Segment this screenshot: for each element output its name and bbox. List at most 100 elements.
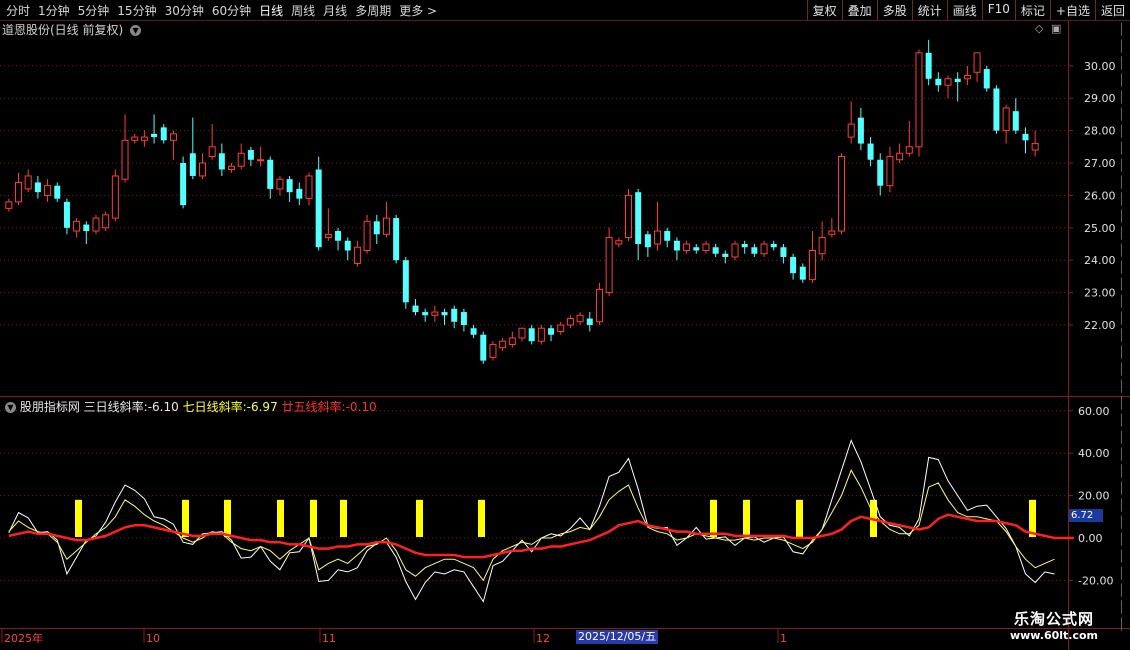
candle-body — [73, 220, 81, 232]
indicator-tick-label: -20.00 — [1078, 574, 1113, 587]
candle-body — [518, 327, 526, 339]
indicator-tick-label: 20.00 — [1078, 490, 1110, 503]
candle-body — [92, 217, 100, 232]
candle-body — [431, 311, 439, 316]
cursor-date: 2025/12/05/五 — [576, 630, 659, 644]
price-tick-label: 23.00 — [1084, 287, 1116, 300]
side-strip[interactable]: │ │ │ │ │ │ │ │ │ │ │ │ │ │ │ │ │ │ │ │ │ │ │ │ │ │ │ │ │ │ │ │ │ │ │ │ — [1118, 21, 1130, 650]
candle-body — [335, 231, 342, 241]
candle-body — [344, 240, 351, 251]
candle-body — [566, 318, 574, 326]
price-tick-label: 27.00 — [1084, 157, 1116, 170]
candle-body — [741, 244, 748, 248]
candle-body — [373, 221, 380, 235]
candle-body — [548, 328, 555, 335]
candle-body — [790, 256, 797, 274]
candle-body — [664, 231, 671, 241]
signal-bar — [75, 499, 82, 537]
candle-body — [828, 230, 836, 235]
line2-label: 七日线斜率: — [182, 400, 247, 414]
indicator-name: 股朋指标网 — [19, 400, 80, 414]
candle-body — [973, 52, 981, 73]
candle-body — [605, 237, 613, 294]
price-tick-label: 25.00 — [1084, 222, 1116, 235]
candle-body — [625, 194, 633, 239]
candle-body — [160, 127, 167, 141]
candle-body — [780, 247, 787, 257]
candle-body — [867, 143, 874, 160]
candle-body — [296, 188, 303, 199]
candle-body — [169, 133, 177, 141]
candle-body — [731, 243, 739, 258]
candle-body — [595, 288, 603, 323]
line-three-day-slope — [8, 439, 1055, 603]
line3-value: -0.10 — [345, 400, 377, 414]
indicator-tick-label: 40.00 — [1078, 447, 1110, 460]
candle-body — [198, 162, 206, 177]
candle-body — [393, 218, 400, 261]
candle-body — [557, 324, 565, 332]
candle-body — [422, 312, 429, 316]
candle-body — [151, 133, 158, 138]
candle-body — [324, 233, 332, 239]
candle-body — [993, 88, 1000, 131]
candle-body — [315, 169, 322, 248]
candle-body — [693, 247, 700, 251]
candle-body — [818, 237, 826, 255]
price-tick-label: 28.00 — [1084, 125, 1116, 138]
watermark-url: www.60lt.com — [1009, 629, 1099, 642]
chart-canvas[interactable]: 30.00 29.00 28.00 27.00 26.00 25.00 24.00 23.00… — [0, 0, 1130, 650]
signal-bar — [224, 499, 231, 537]
candle-body — [15, 181, 23, 203]
signal-bar — [796, 499, 803, 537]
signal-bar — [416, 499, 423, 537]
candle-body — [305, 175, 313, 200]
candle-body — [1031, 143, 1039, 151]
candle-body — [808, 249, 816, 281]
candle-body — [402, 260, 409, 303]
candle-body — [189, 153, 196, 176]
candle-body — [499, 340, 507, 349]
candle-body — [615, 240, 623, 245]
candle-body — [576, 314, 584, 323]
candle-body — [712, 247, 719, 254]
watermark-logo: 乐淘公式网 www.60lt.com — [995, 608, 1113, 642]
date-axis-label: 12 — [536, 632, 550, 645]
candle-body — [267, 159, 274, 189]
candle-body — [63, 201, 70, 228]
candle-body — [586, 318, 593, 325]
candle-body — [24, 175, 32, 190]
candle-body — [5, 201, 13, 209]
candle-body — [905, 146, 913, 154]
candle-body — [983, 69, 990, 89]
candle-body — [896, 152, 904, 161]
candle-body — [470, 328, 477, 335]
candle-body — [877, 159, 884, 186]
candle-body — [654, 230, 662, 245]
candle-body — [44, 185, 52, 196]
candle-body — [1012, 111, 1019, 131]
candle-body — [54, 185, 61, 199]
candle-body — [886, 156, 894, 187]
candle-body — [286, 179, 293, 193]
indicator-tick-label: 0.00 — [1078, 532, 1103, 545]
date-axis-label: 10 — [146, 632, 160, 645]
candle-body — [1002, 107, 1010, 132]
date-axis-label: 1 — [780, 632, 787, 645]
candle-body — [228, 165, 236, 170]
candle-body — [673, 240, 680, 251]
price-tick-label: 29.00 — [1084, 92, 1116, 105]
candle-body — [218, 153, 225, 170]
chevron-down-icon[interactable]: ▼ — [5, 402, 16, 413]
candle-body — [944, 78, 952, 86]
candle-body — [847, 123, 855, 138]
candle-body — [683, 243, 691, 251]
candle-body — [121, 139, 129, 180]
indicator-tick-label: 60.00 — [1078, 405, 1110, 418]
candle-body — [180, 163, 187, 206]
line1-value: -6.10 — [147, 400, 179, 414]
candle-body — [751, 247, 758, 254]
indicator-legend: ▼ 股朋指标网 三日线斜率:-6.10 七日线斜率:-6.97 廿五线斜率:-0… — [2, 398, 377, 415]
signal-bar — [340, 499, 347, 537]
price-tick-label: 22.00 — [1084, 319, 1116, 332]
